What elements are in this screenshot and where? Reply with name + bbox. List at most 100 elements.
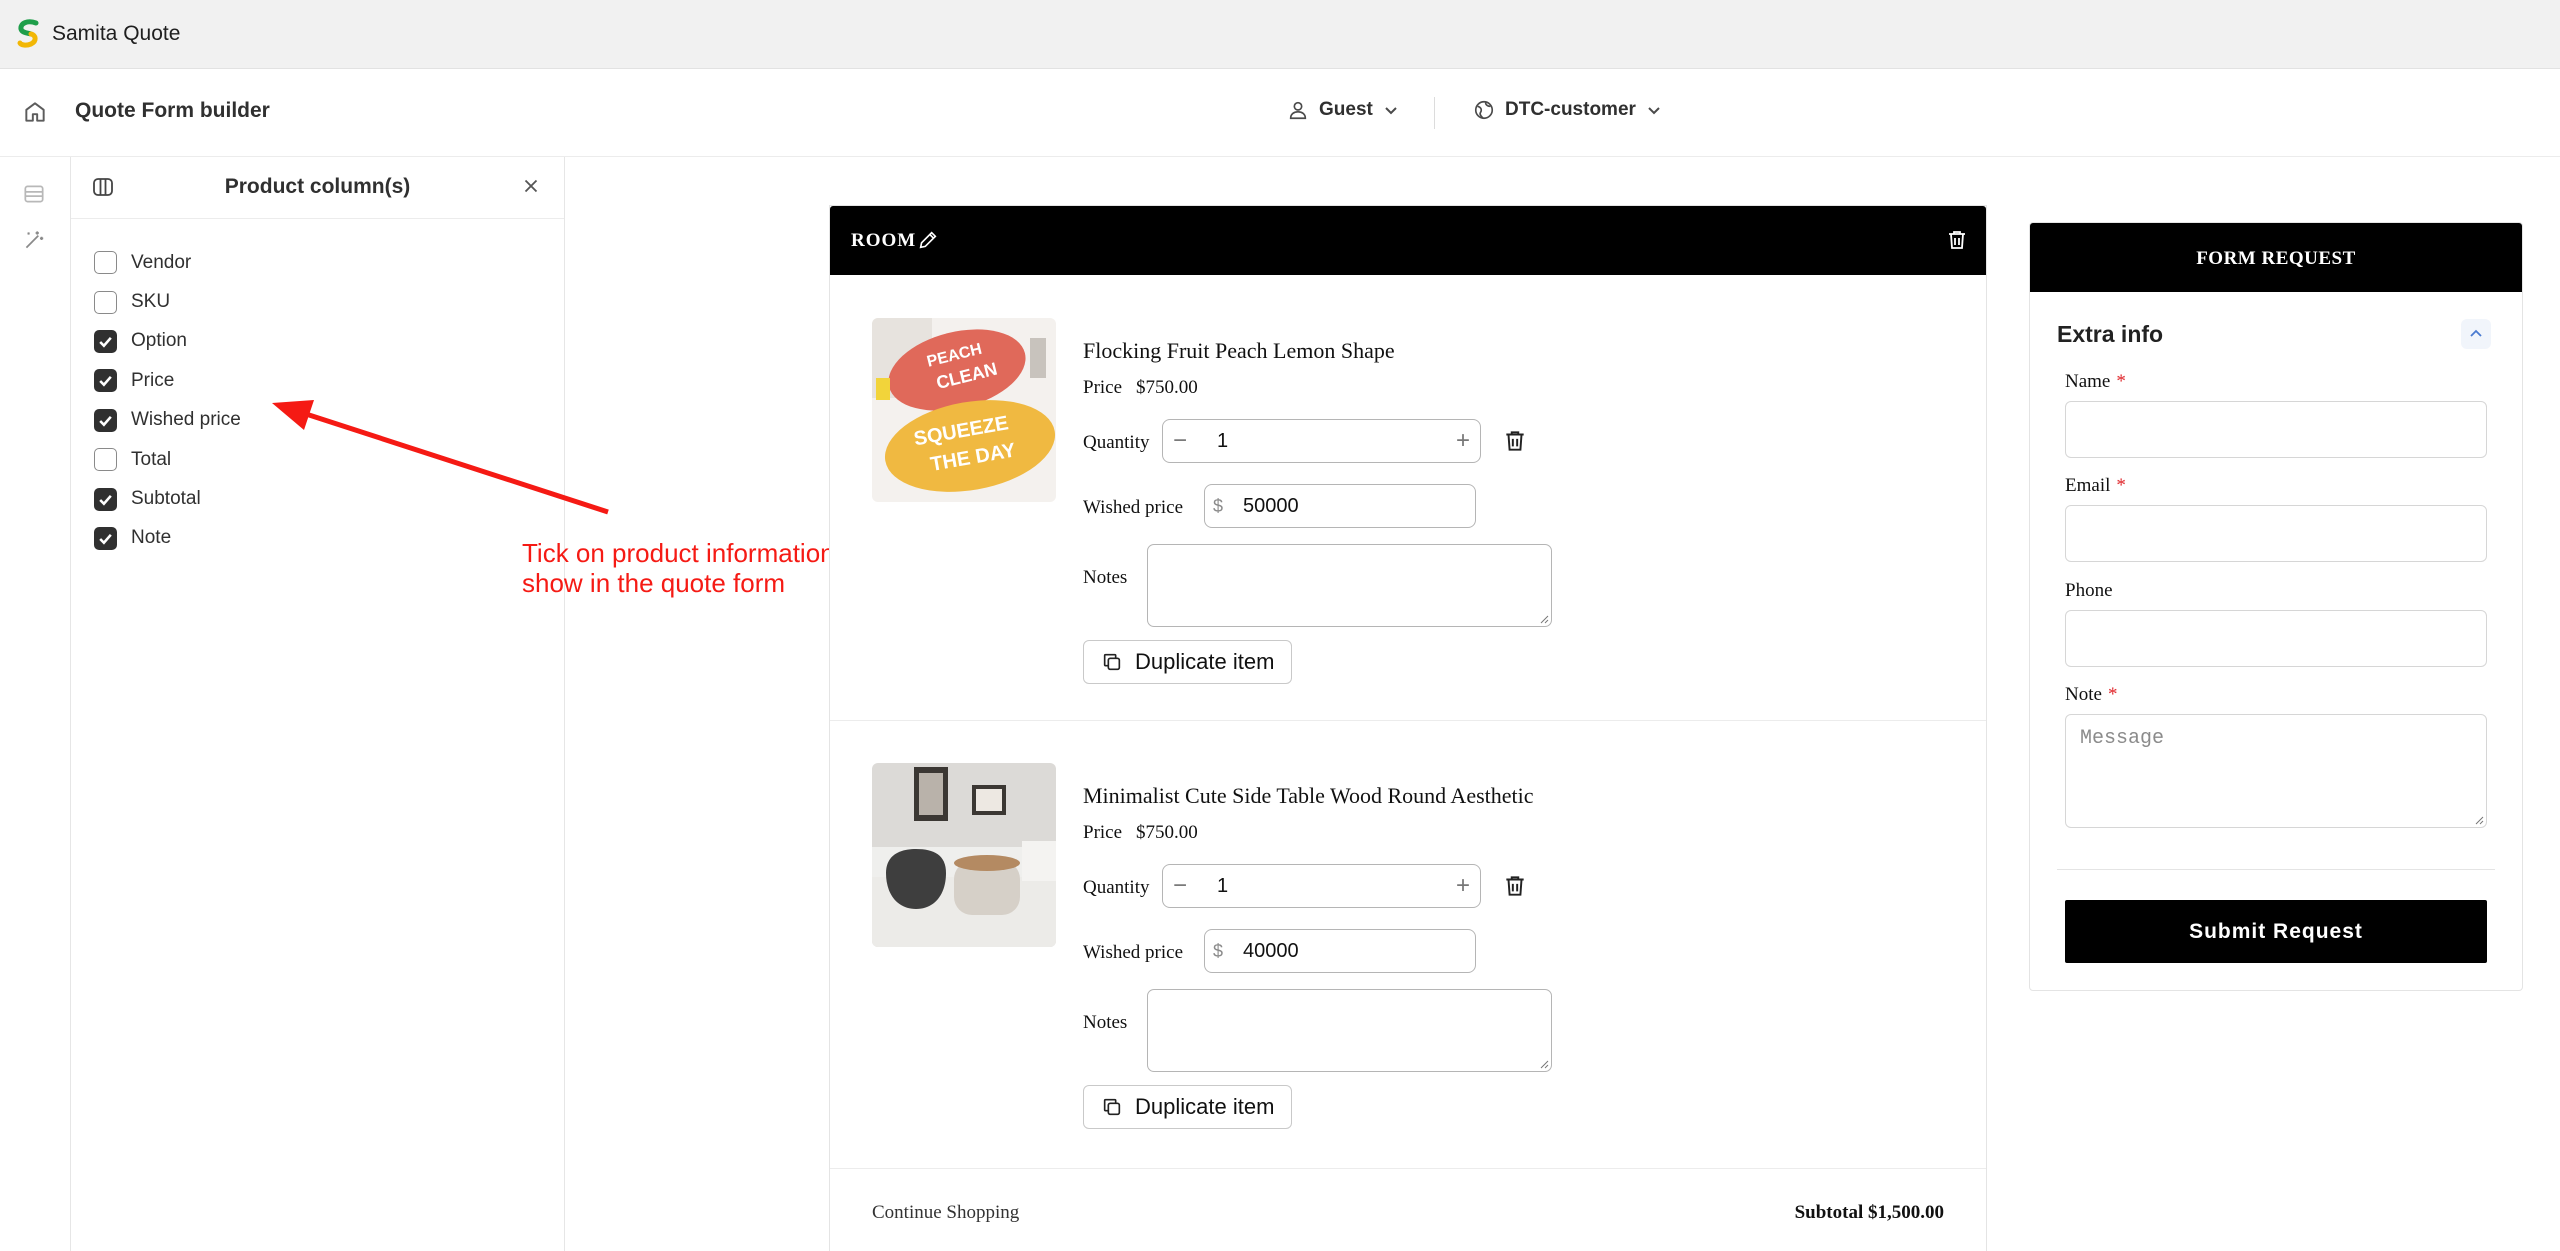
form-title: FORM REQUEST	[2030, 223, 2522, 292]
wished-price-label: Wished price	[1083, 942, 1184, 963]
chevron-down-icon	[1385, 107, 1397, 115]
market-select-label: DTC-customer	[1505, 99, 1636, 120]
phone-field[interactable]	[2065, 610, 2487, 667]
checkmark-icon	[99, 336, 112, 348]
checkbox-subtotal[interactable]	[94, 487, 117, 511]
icon-rail	[0, 157, 71, 1251]
home-icon[interactable]	[22, 99, 48, 125]
room-title: ROOM	[851, 230, 917, 251]
column-label: Note	[131, 527, 172, 549]
wished-price-value[interactable]: 50000	[1243, 495, 1299, 518]
continue-shopping-link[interactable]: Continue Shopping	[872, 1202, 1019, 1224]
page-header: Quote Form builder Guest DTC-customer	[0, 69, 2560, 157]
resize-handle[interactable]	[1539, 1059, 1549, 1069]
room-subtotal: Subtotal $1,500.00	[1794, 1202, 1944, 1223]
edit-icon[interactable]	[917, 229, 939, 251]
product-image[interactable]	[872, 763, 1056, 947]
annotation-arrow	[272, 400, 609, 515]
column-label: Total	[131, 448, 172, 470]
email-label: Email *	[2065, 475, 2126, 497]
customer-select[interactable]: Guest	[1287, 99, 1399, 121]
app-title: Samita Quote	[52, 22, 181, 45]
quantity-value[interactable]: 1	[1197, 430, 1446, 453]
page-title: Quote Form builder	[75, 99, 270, 122]
trash-icon[interactable]	[1945, 228, 1969, 252]
required-marker: *	[2107, 684, 2118, 705]
notes-label: Notes	[1083, 567, 1128, 588]
quantity-increment[interactable]: +	[1446, 427, 1480, 455]
column-option-sku[interactable]: SKU	[94, 282, 241, 321]
name-field[interactable]	[2065, 401, 2487, 458]
header-divider	[1434, 97, 1435, 129]
item-divider	[830, 720, 1986, 721]
currency-symbol: $	[1213, 495, 1224, 516]
trash-icon[interactable]	[1502, 873, 1528, 899]
quantity-label: Quantity	[1083, 877, 1150, 898]
quantity-decrement[interactable]: −	[1163, 872, 1197, 900]
checkbox-total[interactable]	[94, 448, 117, 472]
checkbox-sku[interactable]	[94, 290, 117, 314]
duplicate-item-label: Duplicate item	[1135, 1094, 1275, 1119]
column-option-note[interactable]: Note	[94, 519, 241, 558]
column-option-vendor[interactable]: Vendor	[94, 243, 241, 282]
notes-textarea[interactable]	[1147, 544, 1552, 627]
market-select[interactable]: DTC-customer	[1473, 99, 1662, 121]
duplicate-item-button[interactable]: Duplicate item	[1083, 640, 1292, 684]
resize-handle[interactable]	[1539, 614, 1549, 624]
close-icon[interactable]	[520, 175, 542, 197]
quantity-stepper[interactable]: − 1 +	[1162, 419, 1481, 463]
column-option-total[interactable]: Total	[94, 440, 241, 479]
column-option-subtotal[interactable]: Subtotal	[94, 479, 241, 518]
wished-price-input[interactable]: $ 40000	[1204, 929, 1476, 973]
notes-textarea[interactable]	[1147, 989, 1552, 1072]
checkbox-price[interactable]	[94, 369, 117, 393]
product-name[interactable]: Minimalist Cute Side Table Wood Round Ae…	[1083, 783, 1534, 809]
form-section-title: Extra info	[2057, 321, 2164, 347]
panel-header: Product column(s)	[71, 157, 564, 219]
quantity-label: Quantity	[1083, 432, 1150, 453]
quantity-increment[interactable]: +	[1446, 872, 1480, 900]
panel-title: Product column(s)	[224, 175, 411, 198]
column-label: Vendor	[131, 251, 192, 273]
room-header: ROOM	[830, 206, 1986, 275]
duplicate-item-button[interactable]: Duplicate item	[1083, 1085, 1292, 1129]
price-value: $750.00	[1136, 377, 1198, 398]
column-option-option[interactable]: Option	[94, 322, 241, 361]
magic-wand-icon[interactable]	[21, 227, 47, 253]
submit-request-button[interactable]: Submit Request	[2065, 900, 2487, 963]
note-textarea[interactable]: Message	[2065, 714, 2487, 828]
column-label: SKU	[131, 291, 171, 313]
phone-label-text: Phone	[2065, 580, 2113, 601]
column-option-price[interactable]: Price	[94, 361, 241, 400]
phone-label: Phone	[2065, 580, 2113, 602]
checkbox-option[interactable]	[94, 329, 117, 353]
price-value: $750.00	[1136, 822, 1198, 843]
checkbox-wished-price[interactable]	[94, 408, 117, 432]
layout-icon[interactable]	[21, 181, 47, 207]
quantity-stepper[interactable]: − 1 +	[1162, 864, 1481, 908]
samita-logo	[17, 19, 39, 48]
wished-price-value[interactable]: 40000	[1243, 940, 1299, 963]
email-field[interactable]	[2065, 505, 2487, 562]
duplicate-item-label: Duplicate item	[1135, 649, 1275, 674]
product-image[interactable]: PEACH CLEAN SQUEEZE THE DAY	[872, 318, 1056, 502]
required-marker: *	[2116, 371, 2126, 392]
column-label: Subtotal	[131, 488, 201, 510]
resize-handle[interactable]	[2474, 815, 2484, 825]
app-bar: Samita Quote	[0, 0, 2560, 69]
checkmark-icon	[99, 533, 112, 545]
quantity-value[interactable]: 1	[1197, 875, 1446, 898]
user-icon	[1289, 101, 1307, 120]
chevron-down-icon	[1648, 107, 1660, 115]
trash-icon[interactable]	[1502, 428, 1528, 454]
checkbox-vendor[interactable]	[94, 251, 117, 275]
quantity-decrement[interactable]: −	[1163, 427, 1197, 455]
note-placeholder: Message	[2080, 727, 2165, 750]
section-collapse-button[interactable]	[2461, 319, 2491, 349]
column-option-wished-price[interactable]: Wished price	[94, 401, 241, 440]
product-name[interactable]: Flocking Fruit Peach Lemon Shape	[1083, 338, 1395, 364]
wished-price-input[interactable]: $ 50000	[1204, 484, 1476, 528]
checkbox-note[interactable]	[94, 526, 117, 550]
note-label: Note *	[2065, 684, 2117, 706]
checkmark-icon	[99, 415, 112, 427]
